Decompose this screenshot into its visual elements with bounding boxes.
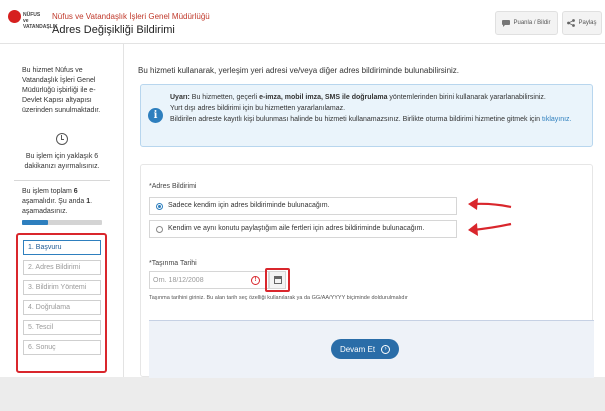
continue-button[interactable]: Devam Et ›	[331, 339, 399, 359]
main-content: Bu hizmeti kullanarak, yerleşim yeri adr…	[124, 44, 605, 378]
nvi-logo[interactable]: NÜFUS ve VATANDAŞLIK	[6, 7, 58, 35]
rate-button[interactable]: Puanla / Bildir	[495, 11, 558, 35]
share-button-label: Paylaş	[578, 20, 597, 26]
progress-bar-fill	[22, 220, 49, 225]
steps-total: 6	[73, 188, 78, 195]
service-description: Bu hizmet Nüfus ve Vatandaşlık İşleri Ge…	[22, 67, 101, 114]
organization-name[interactable]: Nüfus ve Vatandaşlık İşleri Genel Müdürl…	[52, 12, 210, 21]
address-type-label: *Adres Bildirimi	[149, 183, 197, 190]
clock-icon	[56, 133, 68, 145]
logo-text: NÜFUS ve VATANDAŞLIK	[23, 12, 58, 30]
rate-button-label: Puanla / Bildir	[513, 20, 551, 26]
intro-text: Bu hizmeti kullanarak, yerleşim yeri adr…	[138, 66, 460, 75]
radio-selected-icon[interactable]	[156, 203, 163, 210]
speech-bubble-icon	[502, 19, 511, 27]
warning-info-box: i Uyarı: Bu hizmetten, geçerli e-imza, m…	[140, 84, 593, 147]
page-header: NÜFUS ve VATANDAŞLIK Nüfus ve Vatandaşlı…	[0, 0, 605, 44]
radio-option-household[interactable]: Kendim ve aynı konutu paylaştığım aile f…	[149, 220, 457, 238]
step-basvuru[interactable]: 1. Başvuru	[23, 240, 101, 255]
moving-date-input[interactable]	[153, 275, 248, 286]
radio-unselected-icon[interactable]	[156, 226, 163, 233]
continue-button-label: Devam Et	[339, 344, 376, 354]
moving-date-label: *Taşınma Tarihi	[149, 260, 197, 267]
steps-highlight-box: 1. Başvuru 2. Adres Bildirimi 3. Bildiri…	[16, 233, 107, 373]
progress-bar	[22, 220, 102, 225]
date-picker-highlight	[265, 268, 290, 292]
logo-emblem-icon	[8, 10, 21, 23]
estimated-time: Bu işlem için yaklaşık 6 dakikanızı ayır…	[24, 153, 100, 170]
sidebar-divider	[14, 180, 110, 181]
error-icon: !	[251, 276, 260, 285]
step-tescil[interactable]: 5. Tescil	[23, 320, 101, 335]
page-title: Adres Değişikliği Bildirimi	[52, 24, 175, 36]
step-progress-text: Bu işlem toplam 6 aşamalıdır. Şu anda 1.…	[22, 188, 93, 215]
step-adres-bildirimi[interactable]: 2. Adres Bildirimi	[23, 260, 101, 275]
sidebar: Bu hizmet Nüfus ve Vatandaşlık İşleri Ge…	[0, 44, 124, 377]
moving-date-field[interactable]: !	[149, 271, 269, 289]
step-sonuc[interactable]: 6. Sonuç	[23, 340, 101, 355]
radio-option-self[interactable]: Sadece kendim için adres bildiriminde bu…	[149, 197, 457, 215]
form-actions: Devam Et ›	[149, 320, 594, 378]
annotation-arrow-icon	[468, 222, 512, 236]
annotation-arrow-icon	[468, 198, 512, 210]
date-hint: Taşınma tarihini giriniz. Bu alan tarih …	[149, 295, 408, 301]
warning-text: Uyarı: Bu hizmetten, geçerli e-imza, mob…	[170, 94, 572, 123]
cohabitation-link[interactable]: tıklayınız.	[542, 116, 572, 123]
share-icon	[567, 19, 576, 27]
chevron-right-icon: ›	[381, 344, 391, 354]
share-button[interactable]: Paylaş	[562, 11, 602, 35]
address-form: *Adres Bildirimi Sadece kendim için adre…	[140, 164, 594, 378]
info-icon: i	[148, 108, 163, 123]
step-bildirim-yontemi[interactable]: 3. Bildirim Yöntemi	[23, 280, 101, 295]
step-dogrulama[interactable]: 4. Doğrulama	[23, 300, 101, 315]
